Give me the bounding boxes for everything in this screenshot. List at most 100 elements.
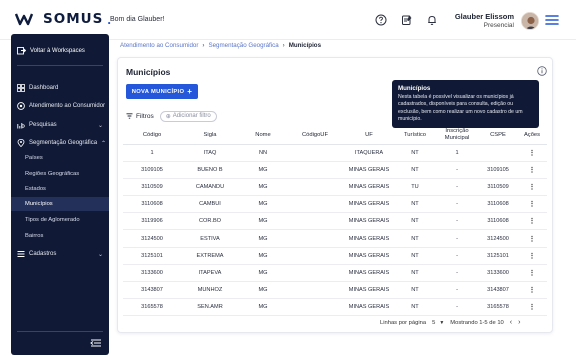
hamburger-menu-icon[interactable] [545,14,559,26]
table-cell: 3110608 [479,195,517,214]
table-cell: - [435,247,479,265]
back-to-workspaces-button[interactable]: Voltar à Workspaces [17,46,85,55]
help-icon[interactable] [375,14,387,26]
sidebar-item-cadastros[interactable]: Cadastros ⌄ [17,250,103,258]
column-header-nome[interactable]: Nome [239,126,287,145]
sidebar-item-atendimento[interactable]: Atendimento ao Consumidor [17,102,105,110]
table-cell [287,298,343,317]
sidebar-item-pesquisas[interactable]: Pesquisas ⌄ [17,121,103,129]
table-row[interactable]: 3125101 EXTREMA MG MINAS GERAIS NT -3125101 ⋮ [123,247,547,265]
column-header-uf[interactable]: UF [343,126,395,145]
column-header-cspe[interactable]: CSPE [479,126,517,145]
table-cell: 3165578 [479,298,517,317]
table-cell: NT [395,144,435,162]
sidebar-subitem-aglomerado[interactable]: Tipos de Aglomerado [11,213,109,227]
table-cell: MINAS GERAIS [343,195,395,214]
bell-icon[interactable] [426,14,438,26]
table-row[interactable]: 3133600 ITAPEVA MG MINAS GERAIS NT -3133600 ⋮ [123,264,547,283]
row-actions-menu-icon[interactable]: ⋮ [517,144,547,162]
table-row[interactable]: 3124500 ESTIVA MG MINAS GERAIS NT -3124500 ⋮ [123,229,547,248]
table-row[interactable]: 3110608 CAMBUI MG MINAS GERAIS NT -3110608 ⋮ [123,195,547,214]
row-actions-menu-icon[interactable]: ⋮ [517,264,547,283]
table-cell: MINAS GERAIS [343,281,395,300]
column-header-inscricao[interactable]: Inscrição Municipal [435,126,479,145]
table-cell: MG [239,247,287,265]
row-actions-menu-icon[interactable]: ⋮ [517,195,547,214]
column-header-sigla[interactable]: Sigla [181,126,239,145]
sidebar-item-label: Atendimento ao Consumidor [29,103,106,109]
info-icon[interactable] [537,66,547,76]
table-cell: MINAS GERAIS [343,178,395,197]
logo[interactable]: somus . [15,11,111,27]
table-cell: MG [239,298,287,317]
user-status: Presencial [483,22,514,29]
row-actions-menu-icon[interactable]: ⋮ [517,229,547,248]
filters-toggle[interactable]: Filtros [126,113,154,120]
table-cell [287,178,343,197]
tooltip-text: Nesta tabela é possível visualizar os mu… [398,94,523,123]
sidebar-subitem-estados[interactable]: Estados [11,182,109,196]
logo-mark-icon [15,13,34,26]
table-cell: 1 [435,144,479,162]
table-row[interactable]: 3165578 SEN.AMR MG MINAS GERAIS NT -3165578 ⋮ [123,298,547,317]
table-row[interactable]: 3119906 COR.BO MG MINAS GERAIS NT -3110608 ⋮ [123,212,547,231]
sidebar-subitem-paises[interactable]: Países [11,151,109,165]
row-actions-menu-icon[interactable]: ⋮ [517,178,547,197]
table-row[interactable]: 3143807 MUNHOZ MG MINAS GERAIS NT -3143807 ⋮ [123,281,547,300]
table-cell: 3110608 [479,212,517,231]
breadcrumb-separator-icon: › [202,42,205,49]
sidebar-item-label: Dashboard [29,85,59,91]
logo-text: somus [43,11,104,27]
next-page-icon[interactable]: › [518,319,520,326]
row-actions-menu-icon[interactable]: ⋮ [517,298,547,317]
column-header-codigouf[interactable]: CódigoUF [287,126,343,145]
rows-per-page-select[interactable]: 5 ▼ [432,320,444,326]
add-filter-button[interactable]: ⊕ Adicionar filtro [159,110,217,122]
column-header-codigo[interactable]: Código [123,126,181,145]
sidebar-subitem-bairros[interactable]: Bairros [11,229,109,243]
table-cell: NN [239,144,287,162]
table-cell: MINAS GERAIS [343,298,395,317]
avatar[interactable] [521,12,539,30]
row-actions-menu-icon[interactable]: ⋮ [517,161,547,179]
collapse-sidebar-icon[interactable] [90,338,102,348]
plus-circle-icon: ⊕ [165,113,171,120]
sidebar-subitem-regioes[interactable]: Regiões Geográficas [11,167,109,181]
row-actions-menu-icon[interactable]: ⋮ [517,281,547,300]
breadcrumb: Atendimento ao Consumidor › Segmentação … [120,42,321,49]
row-actions-menu-icon[interactable]: ⋮ [517,247,547,265]
back-arrow-icon [17,47,26,55]
table-row[interactable]: 3109105 BUENO B MG MINAS GERAIS NT -3109105 ⋮ [123,161,547,179]
page-title: Municípios [126,67,171,77]
breadcrumb-link-atendimento[interactable]: Atendimento ao Consumidor [120,42,198,49]
filters-label: Filtros [136,112,154,120]
tooltip-title: Municípios [398,85,431,92]
table-cell: BUENO B [181,161,239,179]
row-actions-menu-icon[interactable]: ⋮ [517,212,547,231]
notes-icon[interactable] [401,14,413,26]
table-cell: MG [239,178,287,197]
prev-page-icon[interactable]: ‹ [510,319,512,326]
table-cell: MG [239,195,287,214]
greeting-text: Bom dia Glauber! [110,16,165,23]
table-cell [479,144,517,162]
breadcrumb-separator-icon: › [282,42,285,49]
table-cell: ITAQUERA [343,144,395,162]
table-cell: 3125101 [123,247,181,265]
new-button-label: NOVA MUNICÍPIO [131,88,185,95]
sidebar-item-segmentacao[interactable]: Segmentação Geográfica ⌃ [17,139,106,147]
table-row[interactable]: 1 ITAQ NN ITAQUERA NT 1 ⋮ [123,144,547,162]
sidebar-item-label: Pesquisas [29,122,57,128]
new-municipio-button[interactable]: NOVA MUNICÍPIO + [126,84,198,99]
table-cell: NT [395,264,435,283]
list-icon [17,251,25,257]
sidebar-item-dashboard[interactable]: Dashboard [17,84,58,92]
table-cell: NT [395,195,435,214]
breadcrumb-link-segmentacao[interactable]: Segmentação Geográfica [208,42,278,49]
column-header-turistico[interactable]: Turístico [395,126,435,145]
table-cell [287,195,343,214]
table-row[interactable]: 3110509 CAMANDU MG MINAS GERAIS TU -3110509 ⋮ [123,178,547,197]
sidebar-subitem-municipios[interactable]: Municípios [11,197,109,211]
table-cell: 3119906 [123,212,181,231]
table-cell: EXTREMA [181,247,239,265]
